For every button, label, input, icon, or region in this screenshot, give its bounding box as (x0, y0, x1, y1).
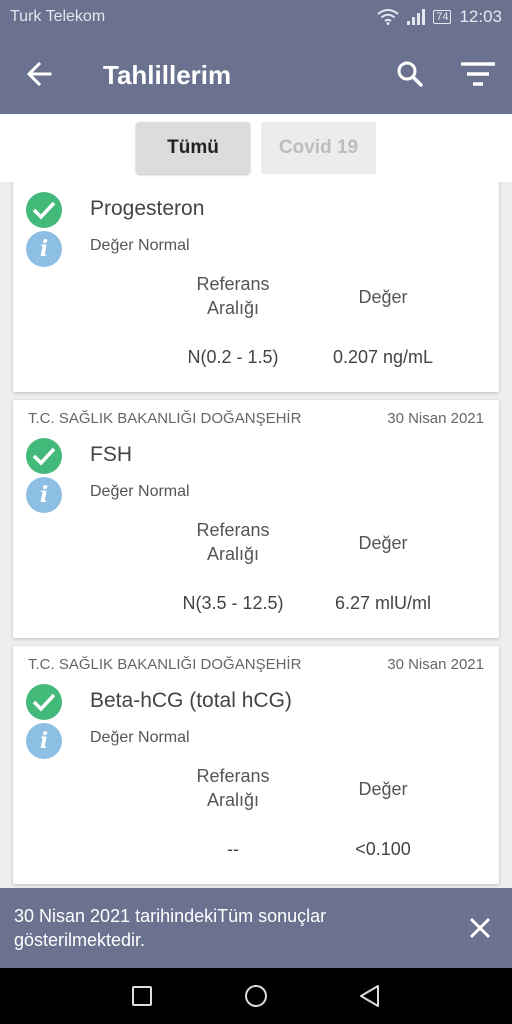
signal-icon (407, 9, 426, 25)
status-icons: 74 12:03 (377, 7, 502, 27)
result-value: 0.207 ng/mL (332, 347, 434, 367)
filter-icon[interactable] (458, 58, 498, 90)
check-icon (26, 438, 62, 474)
result-status: Değer Normal (90, 483, 190, 500)
page-title: Tahlillerim (103, 60, 232, 90)
carrier-name: Turk Telekom (10, 8, 106, 25)
app-bar: Tahlillerim (0, 34, 512, 114)
home-icon[interactable] (242, 982, 270, 1010)
result-card[interactable]: T.C. SAĞLIK BAKANLIĞI DOĞANŞEHİR 30 Nisa… (13, 646, 499, 884)
info-icon[interactable]: i (26, 231, 62, 267)
tab-covid19[interactable]: Covid 19 (261, 122, 376, 174)
institution-name: T.C. SAĞLIK BAKANLIĞI DOĞANŞEHİR (28, 410, 302, 427)
wifi-icon (377, 9, 399, 25)
check-icon (26, 684, 62, 720)
snackbar-message: 30 Nisan 2021 tarihindekiTüm sonuçlar gö… (14, 906, 327, 950)
value-header: Değer (358, 533, 408, 553)
result-value: 6.27 mlU/ml (334, 593, 432, 613)
ref-range-header: Referans Aralığı (196, 766, 270, 810)
ref-range-value: -- (227, 839, 239, 859)
ref-range-header: Referans Aralığı (196, 520, 270, 564)
status-bar: Turk Telekom 74 12:03 (0, 0, 512, 34)
institution-name: T.C. SAĞLIK BAKANLIĞI DOĞANŞEHİR (28, 656, 302, 673)
back-icon[interactable] (356, 982, 384, 1010)
system-nav-bar (0, 968, 512, 1024)
filter-tabs: Tümü Covid 19 (0, 114, 512, 182)
close-icon[interactable] (464, 912, 496, 944)
back-arrow-icon[interactable] (24, 58, 56, 90)
search-icon[interactable] (394, 58, 426, 90)
result-status: Değer Normal (90, 729, 190, 746)
result-date: 30 Nisan 2021 (387, 656, 484, 673)
test-name: Progesteron (90, 197, 205, 220)
tab-all[interactable]: Tümü (136, 122, 250, 174)
test-name: FSH (90, 443, 132, 466)
result-card[interactable]: Progesteron i Değer Normal Referans Aral… (13, 182, 499, 392)
value-header: Değer (358, 287, 408, 307)
value-header: Değer (358, 779, 408, 799)
battery-icon: 74 (433, 10, 452, 24)
info-icon[interactable]: i (26, 477, 62, 513)
ref-range-value: N(0.2 - 1.5) (187, 347, 279, 367)
result-card[interactable]: T.C. SAĞLIK BAKANLIĞI DOĞANŞEHİR 30 Nisa… (13, 400, 499, 638)
result-status: Değer Normal (90, 237, 190, 254)
results-list[interactable]: Progesteron i Değer Normal Referans Aral… (0, 182, 512, 888)
recents-icon[interactable] (128, 982, 156, 1010)
result-date: 30 Nisan 2021 (387, 410, 484, 427)
clock: 12:03 (459, 7, 502, 26)
ref-range-header: Referans Aralığı (196, 274, 270, 318)
snackbar: 30 Nisan 2021 tarihindekiTüm sonuçlar gö… (0, 888, 512, 968)
check-icon (26, 192, 62, 228)
ref-range-value: N(3.5 - 12.5) (182, 593, 284, 613)
result-value: <0.100 (355, 839, 411, 859)
info-icon[interactable]: i (26, 723, 62, 759)
test-name: Beta-hCG (total hCG) (90, 689, 292, 712)
